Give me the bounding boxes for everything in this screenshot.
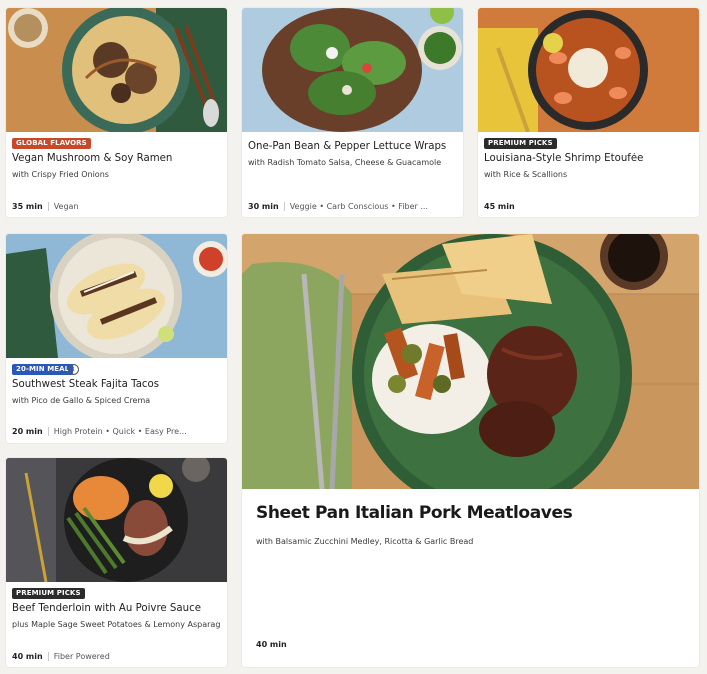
cook-time: 40 min xyxy=(256,640,287,649)
recipe-image-pork-meatloaves[interactable] xyxy=(242,234,699,489)
recipe-subtitle: with Balsamic Zucchini Medley, Ricotta &… xyxy=(256,537,474,546)
recipe-meta: 45 min xyxy=(484,202,693,211)
recipe-title[interactable]: Louisiana-Style Shrimp Étoufée xyxy=(484,153,693,164)
cook-time: 40 min xyxy=(12,652,43,661)
recipe-tags: Veggie • Carb Conscious • Fiber ... xyxy=(289,202,428,211)
badge-premium-picks: PREMIUM PICKS xyxy=(12,588,85,599)
info-icon[interactable]: i xyxy=(68,364,79,375)
recipe-tags: High Protein • Quick • Easy Pre... xyxy=(53,427,187,436)
badge-20-min-meal: 20-MIN MEAL xyxy=(12,364,74,375)
recipe-title[interactable]: One-Pan Bean & Pepper Lettuce Wraps xyxy=(248,141,457,152)
recipe-title[interactable]: Southwest Steak Fajita Tacos xyxy=(12,379,221,390)
recipe-meta: 40 min Fiber Powered xyxy=(12,652,221,661)
recipe-title[interactable]: Beef Tenderloin with Au Poivre Sauce xyxy=(12,603,221,614)
recipe-title[interactable]: Vegan Mushroom & Soy Ramen xyxy=(12,153,221,164)
meta-divider xyxy=(283,202,285,211)
recipe-image-beef-tenderloin[interactable] xyxy=(6,458,227,582)
recipe-tags: Vegan xyxy=(53,202,79,211)
cook-time: 45 min xyxy=(484,202,515,211)
recipe-meta: 40 min xyxy=(256,640,693,649)
meta-divider xyxy=(47,202,49,211)
badge-global-flavors: GLOBAL FLAVORS xyxy=(12,138,91,149)
recipe-subtitle: plus Maple Sage Sweet Potatoes & Lemony … xyxy=(12,620,221,629)
recipe-card-beef-tenderloin[interactable]: PREMIUM PICKS Beef Tenderloin with Au Po… xyxy=(6,458,227,667)
recipe-title[interactable]: Sheet Pan Italian Pork Meatloaves xyxy=(256,503,573,523)
cook-time: 20 min xyxy=(12,427,43,436)
recipe-subtitle: with Rice & Scallions xyxy=(484,170,568,179)
recipe-image-lettuce-wraps[interactable] xyxy=(242,8,463,132)
recipe-card-pork-meatloaves-featured[interactable]: Sheet Pan Italian Pork Meatloaves with B… xyxy=(242,234,699,667)
recipe-card-fajita-tacos[interactable]: 20-MIN MEAL i Southwest Steak Fajita Tac… xyxy=(6,234,227,443)
recipe-subtitle: with Crispy Fried Onions xyxy=(12,170,109,179)
recipe-card-shrimp-etoufee[interactable]: PREMIUM PICKS Louisiana-Style Shrimp Éto… xyxy=(478,8,699,217)
recipe-meta: 35 min Vegan xyxy=(12,202,221,211)
cook-time: 35 min xyxy=(12,202,43,211)
recipe-card-ramen[interactable]: GLOBAL FLAVORS Vegan Mushroom & Soy Rame… xyxy=(6,8,227,217)
recipe-card-lettuce-wraps[interactable]: One-Pan Bean & Pepper Lettuce Wraps with… xyxy=(242,8,463,217)
recipe-subtitle: with Radish Tomato Salsa, Cheese & Guaca… xyxy=(248,158,442,167)
recipe-tags: Fiber Powered xyxy=(53,652,110,661)
recipe-meta: 20 min High Protein • Quick • Easy Pre..… xyxy=(12,427,221,436)
meta-divider xyxy=(47,652,49,661)
recipe-meta: 30 min Veggie • Carb Conscious • Fiber .… xyxy=(248,202,457,211)
badge-premium-picks: PREMIUM PICKS xyxy=(484,138,557,149)
meta-divider xyxy=(47,427,49,436)
recipe-image-ramen[interactable] xyxy=(6,8,227,132)
recipe-image-shrimp-etoufee[interactable] xyxy=(478,8,699,132)
recipe-subtitle: with Pico de Gallo & Spiced Crema xyxy=(12,396,151,405)
cook-time: 30 min xyxy=(248,202,279,211)
recipe-image-fajita-tacos[interactable] xyxy=(6,234,227,358)
